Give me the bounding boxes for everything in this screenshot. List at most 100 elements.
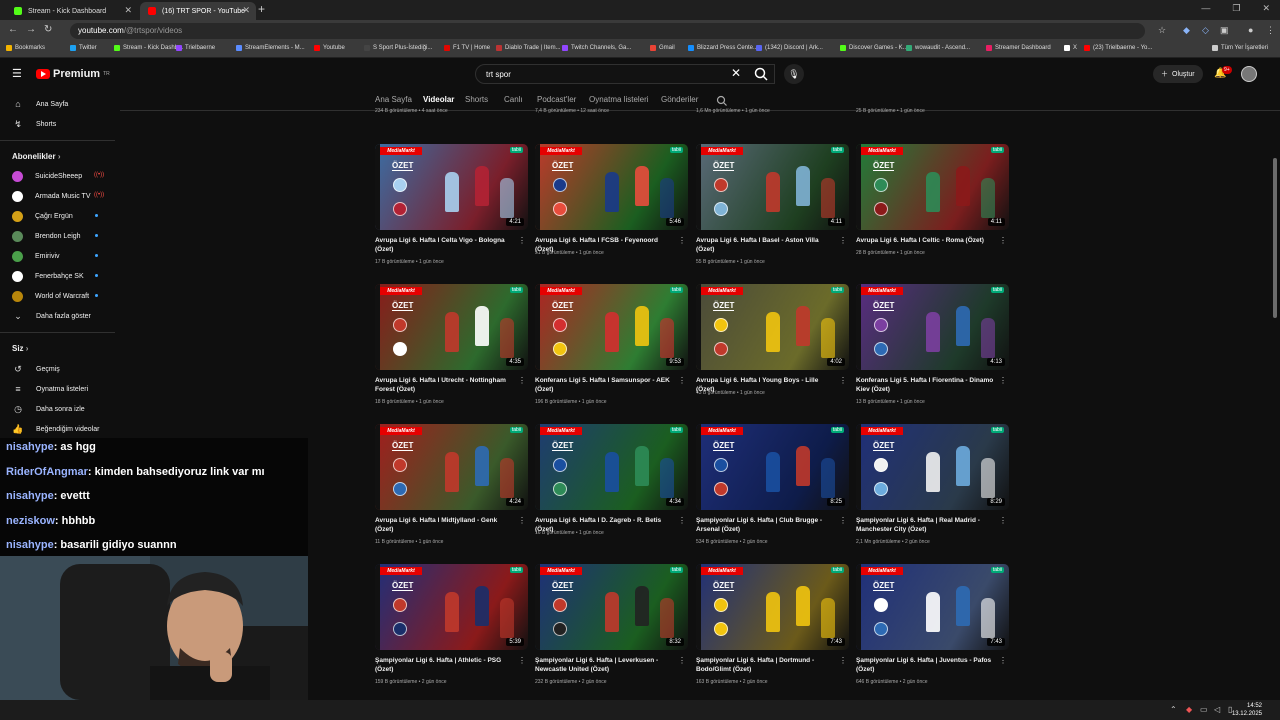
more-actions-icon[interactable]: ⋮ [518, 516, 526, 525]
channel-search-icon[interactable] [716, 95, 728, 107]
video-title[interactable]: Avrupa Ligi 6. Hafta l Celta Vigo - Bolo… [375, 236, 515, 254]
channel-tab[interactable]: Gönderiler [661, 95, 698, 104]
bookmark-item[interactable]: Stream - Kick Dashb... [114, 45, 183, 51]
video-thumbnail[interactable]: MediaMarkt tabii ÖZET 8:29 [856, 424, 1009, 510]
more-actions-icon[interactable]: ⋮ [678, 236, 686, 245]
more-actions-icon[interactable]: ⋮ [839, 656, 847, 665]
video-card[interactable]: MediaMarkt tabii ÖZET 4:24 Avrupa Ligi 6. Ha… [375, 424, 528, 554]
sidebar-subscription[interactable]: World of Warcraft [12, 289, 98, 303]
video-title[interactable]: Şampiyonlar Ligi 6. Hafta | Dortmund - B… [696, 656, 836, 674]
forward-icon[interactable]: → [26, 24, 36, 35]
video-title[interactable]: Konferans Ligi 5. Hafta l Samsunspor - A… [535, 376, 675, 394]
more-actions-icon[interactable]: ⋮ [678, 656, 686, 665]
subscriptions-header[interactable]: Abonelikler › [12, 152, 60, 161]
bookmark-item[interactable]: (1342) Discord | Ark... [756, 45, 823, 51]
search-button[interactable] [748, 64, 774, 84]
video-thumbnail[interactable]: MediaMarkt tabii ÖZET 4:35 [375, 284, 528, 370]
sidebar-subscription[interactable]: Armada Music TV ((•)) [12, 189, 104, 203]
close-tab-icon[interactable]: ✕ [242, 5, 250, 16]
channel-tab[interactable]: Canlı [504, 95, 523, 104]
extension-icon[interactable]: ◇ [1202, 25, 1209, 36]
bookmark-item[interactable]: Gmail [650, 45, 675, 51]
bookmark-item[interactable]: F1 TV | Home [444, 45, 490, 51]
more-actions-icon[interactable]: ⋮ [999, 236, 1007, 245]
url-bar[interactable]: youtube.com/@trtspor/videos [70, 23, 1145, 39]
video-card[interactable]: MediaMarkt tabii ÖZET 4:13 Konferans Ligi 5.… [856, 284, 1009, 414]
microphone-button[interactable]: 🎙 [784, 64, 804, 84]
video-thumbnail[interactable]: MediaMarkt tabii ÖZET 8:32 [535, 564, 688, 650]
back-icon[interactable]: ← [8, 24, 18, 35]
video-card[interactable]: MediaMarkt tabii ÖZET 4:35 Avrupa Ligi 6. Ha… [375, 284, 528, 414]
channel-tab[interactable]: Podcast'ler [537, 95, 576, 104]
video-title[interactable]: Avrupa Ligi 6. Hafta l Utrecht - Notting… [375, 376, 515, 394]
minimize-icon[interactable]: — [1201, 3, 1210, 14]
video-title[interactable]: Avrupa Ligi 6. Hafta l Celtic - Roma (Öz… [856, 236, 996, 245]
taskbar-clock[interactable]: 14:52 13.12.2025 [1232, 702, 1262, 718]
channel-tab[interactable]: Ana Sayfa [375, 95, 412, 104]
more-actions-icon[interactable]: ⋮ [839, 376, 847, 385]
show-more-button[interactable]: ⌄ Daha fazla göster [12, 308, 91, 324]
hamburger-menu-icon[interactable]: ☰ [12, 67, 22, 80]
page-scrollbar[interactable] [1273, 158, 1277, 318]
more-actions-icon[interactable]: ⋮ [999, 516, 1007, 525]
video-card[interactable]: MediaMarkt tabii ÖZET 8:32 Şampiyonlar Ligi … [535, 564, 688, 694]
bookmark-item[interactable]: X [1064, 45, 1077, 51]
bookmark-item[interactable]: Twitter [70, 45, 97, 51]
bookmark-item[interactable]: Blizzard Press Cente... [688, 45, 758, 51]
browser-tab-youtube[interactable]: (16) TRT SPOR - YouTube ✕ [140, 2, 256, 20]
browser-tab-kick[interactable]: Stream - Kick Dashboard ✕ [6, 2, 138, 20]
bookmark-item[interactable]: Bookmarks [6, 45, 45, 51]
more-actions-icon[interactable]: ⋮ [839, 516, 847, 525]
sidebar-item-shorts[interactable]: ↯ Shorts [12, 116, 56, 132]
sidebar-subscription[interactable]: Çağrı Ergün [12, 209, 98, 223]
tray-app-icon[interactable]: ◆ [1186, 705, 1192, 714]
bookmark-item[interactable]: (23) Trielbaerne - Yo... [1084, 45, 1152, 51]
bookmark-item[interactable]: Youtube [314, 45, 345, 51]
volume-icon[interactable]: ◁ [1214, 705, 1220, 714]
video-title[interactable]: Konferans Ligi 5. Hafta l Fiorentina - D… [856, 376, 996, 394]
youtube-logo[interactable]: Premium TR [36, 68, 110, 80]
video-thumbnail[interactable]: MediaMarkt tabii ÖZET 4:02 [696, 284, 849, 370]
reload-icon[interactable]: ↻ [44, 24, 52, 35]
bookmark-item[interactable]: Trielbaerne [176, 45, 215, 51]
bookmark-item[interactable]: Diablo Trade | Item... [496, 45, 561, 51]
more-actions-icon[interactable]: ⋮ [518, 656, 526, 665]
sidebar-subscription[interactable]: SuicideSheeep ((•)) [12, 169, 104, 183]
bookmark-item[interactable]: Tüm Yer İşaretleri [1212, 45, 1268, 51]
video-card[interactable]: MediaMarkt tabii ÖZET 8:25 Şampiyonlar Ligi … [696, 424, 849, 554]
video-thumbnail[interactable]: MediaMarkt tabii ÖZET 5:39 [375, 564, 528, 650]
video-title[interactable]: Şampiyonlar Ligi 6. Hafta | Athletic - P… [375, 656, 515, 674]
bookmark-item[interactable]: wowaudit - Ascend... [906, 45, 970, 51]
video-thumbnail[interactable]: MediaMarkt tabii ÖZET 4:11 [856, 144, 1009, 230]
bookmark-item[interactable]: Discover Games - K... [840, 45, 908, 51]
channel-tab[interactable]: Oynatma listeleri [589, 95, 649, 104]
sidebar-subscription[interactable]: Brendon Leigh [12, 229, 98, 243]
video-card[interactable]: MediaMarkt tabii ÖZET 4:11 Avrupa Ligi 6. Ha… [696, 144, 849, 274]
close-tab-icon[interactable]: ✕ [124, 5, 132, 16]
create-button[interactable]: ＋ Oluştur [1153, 65, 1203, 83]
menu-icon[interactable]: ⋮ [1266, 25, 1275, 36]
channel-tab[interactable]: Shorts [465, 95, 488, 104]
maximize-icon[interactable]: ❐ [1232, 3, 1240, 14]
video-title[interactable]: Şampiyonlar Ligi 6. Hafta | Leverkusen -… [535, 656, 675, 674]
video-title[interactable]: Şampiyonlar Ligi 6. Hafta | Juventus - P… [856, 656, 996, 674]
more-actions-icon[interactable]: ⋮ [678, 376, 686, 385]
video-thumbnail[interactable]: MediaMarkt tabii ÖZET 4:11 [696, 144, 849, 230]
more-actions-icon[interactable]: ⋮ [518, 236, 526, 245]
close-window-icon[interactable]: ✕ [1262, 3, 1270, 14]
video-card[interactable]: MediaMarkt tabii ÖZET 7:43 Şampiyonlar Ligi … [696, 564, 849, 694]
video-card[interactable]: MediaMarkt tabii ÖZET 4:34 Avrupa Ligi 6. Ha… [535, 424, 688, 554]
bookmark-item[interactable]: Twitch Channels, Ga... [562, 45, 631, 51]
more-actions-icon[interactable]: ⋮ [999, 656, 1007, 665]
new-tab-icon[interactable]: + [258, 2, 265, 16]
extensions-puzzle-icon[interactable]: ▣ [1220, 25, 1229, 36]
video-thumbnail[interactable]: MediaMarkt tabii ÖZET 8:25 [696, 424, 849, 510]
video-card[interactable]: MediaMarkt tabii ÖZET 8:29 Şampiyonlar Ligi … [856, 424, 1009, 554]
search-input[interactable]: trt spor [475, 64, 775, 84]
more-actions-icon[interactable]: ⋮ [678, 516, 686, 525]
video-thumbnail[interactable]: MediaMarkt tabii ÖZET 4:13 [856, 284, 1009, 370]
bookmark-star-icon[interactable]: ☆ [1158, 25, 1166, 36]
video-thumbnail[interactable]: MediaMarkt tabii ÖZET 4:34 [535, 424, 688, 510]
profile-icon[interactable]: ● [1248, 25, 1253, 35]
sidebar-item-playlists[interactable]: ≡ Oynatma listeleri [12, 381, 88, 397]
